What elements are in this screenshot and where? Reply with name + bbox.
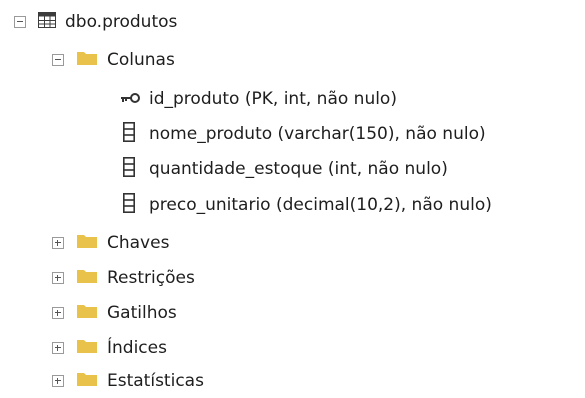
expand-toggle-icon[interactable] [52,272,64,284]
tree-node-folder-restricoes[interactable]: Restrições [52,263,195,293]
key-icon [120,89,140,109]
expand-toggle-icon[interactable] [52,342,64,354]
folder-label: Gatilhos [107,303,177,323]
folder-icon [76,268,98,289]
folder-label: Chaves [107,233,170,253]
object-explorer-tree: dbo.produtos Colunas id_produto (PK, int… [0,0,585,398]
folder-icon [76,233,98,254]
folder-icon [76,50,98,71]
column-icon [123,192,135,218]
column-icon [123,156,135,182]
tree-node-column-nome-produto[interactable]: nome_produto (varchar(150), não nulo) [123,119,486,149]
columns-folder-label: Colunas [107,50,175,70]
table-icon [38,11,56,33]
folder-icon [76,338,98,359]
tree-node-columns-folder[interactable]: Colunas [52,45,175,75]
tree-node-column-id-produto[interactable]: id_produto (PK, int, não nulo) [120,84,397,114]
expand-toggle-icon[interactable] [52,307,64,319]
folder-label: Estatísticas [107,371,204,391]
tree-node-folder-chaves[interactable]: Chaves [52,228,169,258]
collapse-toggle-icon[interactable] [14,16,26,28]
table-node-label: dbo.produtos [65,12,178,32]
column-icon [123,121,135,147]
folder-label: Índices [107,338,167,358]
folder-icon [76,371,98,392]
expand-toggle-icon[interactable] [52,237,64,249]
collapse-toggle-icon[interactable] [52,54,64,66]
column-label: id_produto (PK, int, não nulo) [149,89,397,109]
folder-icon [76,303,98,324]
tree-node-column-preco-unitario[interactable]: preco_unitario (decimal(10,2), não nulo) [123,190,492,220]
column-label: preco_unitario (decimal(10,2), não nulo) [149,195,492,215]
column-label: nome_produto (varchar(150), não nulo) [149,124,486,144]
folder-label: Restrições [107,268,195,288]
column-label: quantidade_estoque (int, não nulo) [149,159,448,179]
tree-node-folder-estatisticas[interactable]: Estatísticas [52,366,204,396]
expand-toggle-icon[interactable] [52,375,64,387]
tree-node-column-quantidade-estoque[interactable]: quantidade_estoque (int, não nulo) [123,154,448,184]
tree-node-folder-gatilhos[interactable]: Gatilhos [52,298,177,328]
tree-node-table[interactable]: dbo.produtos [14,7,177,37]
tree-node-folder-indices[interactable]: Índices [52,333,167,363]
